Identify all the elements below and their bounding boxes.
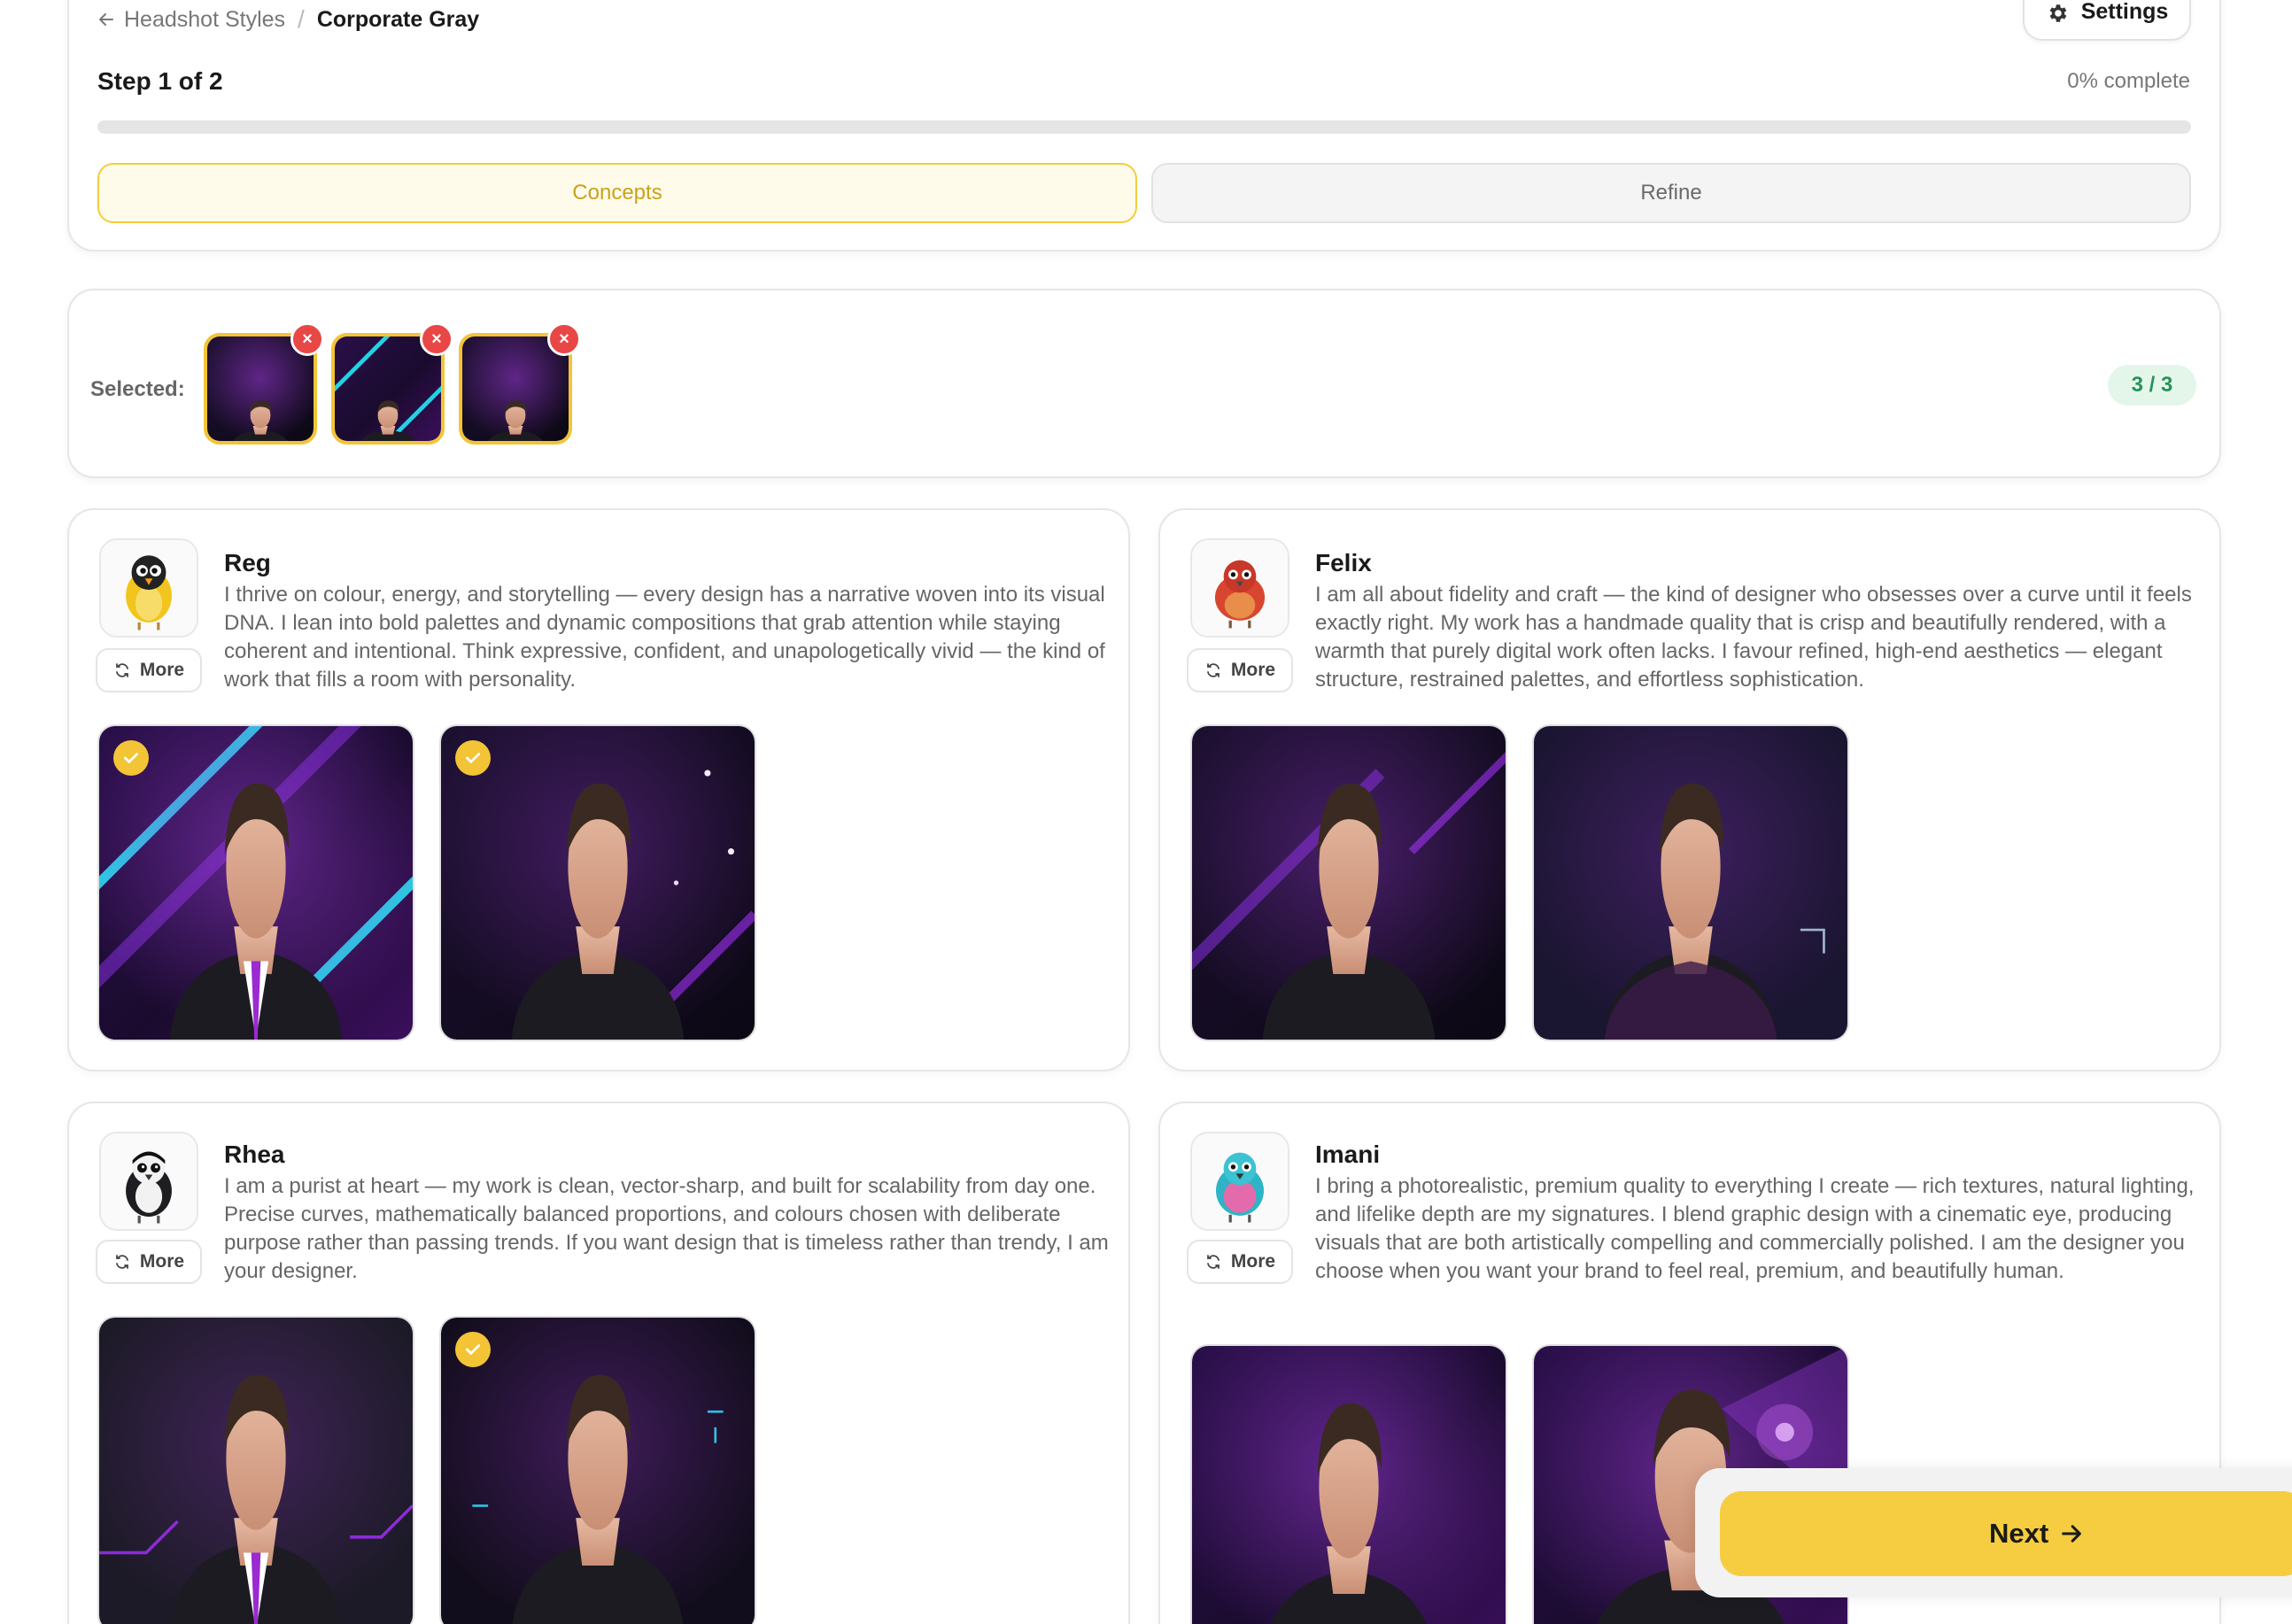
remove-icon: × [431,329,442,349]
concept-image[interactable] [97,1316,414,1624]
designer-name: Imani [1315,1141,1381,1168]
arrow-left-icon [99,13,113,26]
concept-image[interactable] [1190,724,1507,1041]
selection-count-badge: 3 / 3 [2108,365,2196,406]
progress-text: 0% complete [2067,69,2190,93]
next-label: Next [1989,1518,2049,1549]
gear-icon [2049,4,2066,22]
breadcrumb-back-link[interactable]: Headshot Styles [97,7,285,33]
breadcrumb-separator: / [298,5,305,33]
headshot-image [1192,726,1506,1040]
designer-description: I thrive on colour, energy, and storytel… [224,583,1105,692]
teal-pink-bird-icon [1190,1132,1289,1231]
remove-icon: × [302,329,313,349]
headshot-image [441,1318,755,1624]
remove-selection-button[interactable]: × [547,322,581,356]
remove-icon: × [559,329,569,349]
concept-image[interactable] [97,724,414,1041]
settings-button[interactable]: Settings [2023,0,2191,41]
selected-check-icon [455,1332,491,1367]
refresh-icon [1207,1255,1220,1269]
step-title: Step 1 of 2 [97,67,223,95]
more-label: More [1230,660,1276,680]
concept-image[interactable] [439,724,756,1041]
headshot-image [1534,726,1847,1040]
tab-refine-label: Refine [1640,181,1702,205]
progress-bar [97,120,2191,134]
refresh-icon [116,663,128,677]
more-label: More [1230,1251,1276,1272]
refresh-icon [1207,663,1220,677]
more-button-reg[interactable]: More [96,648,202,692]
more-button-rhea[interactable]: More [96,1240,202,1284]
more-button-felix[interactable]: More [1187,648,1293,692]
headshot-image [441,726,755,1040]
tab-refine[interactable]: Refine [1151,163,2191,223]
headshot-image [1192,1346,1506,1624]
yellow-bird-icon [99,538,198,638]
selected-check-icon [455,740,491,776]
tab-concepts[interactable]: Concepts [97,163,1137,223]
designer-description: I am a purist at heart — my work is clea… [224,1174,1109,1283]
magpie-bird-icon [99,1132,198,1231]
concept-image[interactable] [439,1316,756,1624]
designer-name: Rhea [224,1141,285,1168]
headshot-image [99,726,413,1040]
breadcrumb: Headshot Styles / Corporate Gray [97,4,479,35]
red-bird-icon [1190,538,1289,638]
tab-concepts-label: Concepts [572,181,662,205]
designer-description: I am all about fidelity and craft — the … [1315,583,2192,692]
designer-name: Felix [1315,549,1372,576]
more-label: More [139,660,185,680]
settings-label: Settings [2080,0,2169,24]
selected-label: Selected: [90,377,185,401]
arrow-right-icon [2062,1525,2082,1543]
more-button-imani[interactable]: More [1187,1240,1293,1284]
breadcrumb-current: Corporate Gray [316,6,480,32]
breadcrumb-back-label: Headshot Styles [124,6,286,32]
next-button[interactable]: Next [1720,1491,2292,1576]
refresh-icon [116,1255,128,1269]
concept-image[interactable] [1190,1344,1507,1624]
remove-selection-button[interactable]: × [420,322,453,356]
selected-check-icon [113,740,149,776]
more-label: More [139,1251,185,1272]
designer-description: I bring a photorealistic, premium qualit… [1315,1174,2195,1283]
headshot-image [99,1318,413,1624]
concept-image[interactable] [1532,724,1849,1041]
remove-selection-button[interactable]: × [290,322,324,356]
designer-name: Reg [224,549,271,576]
